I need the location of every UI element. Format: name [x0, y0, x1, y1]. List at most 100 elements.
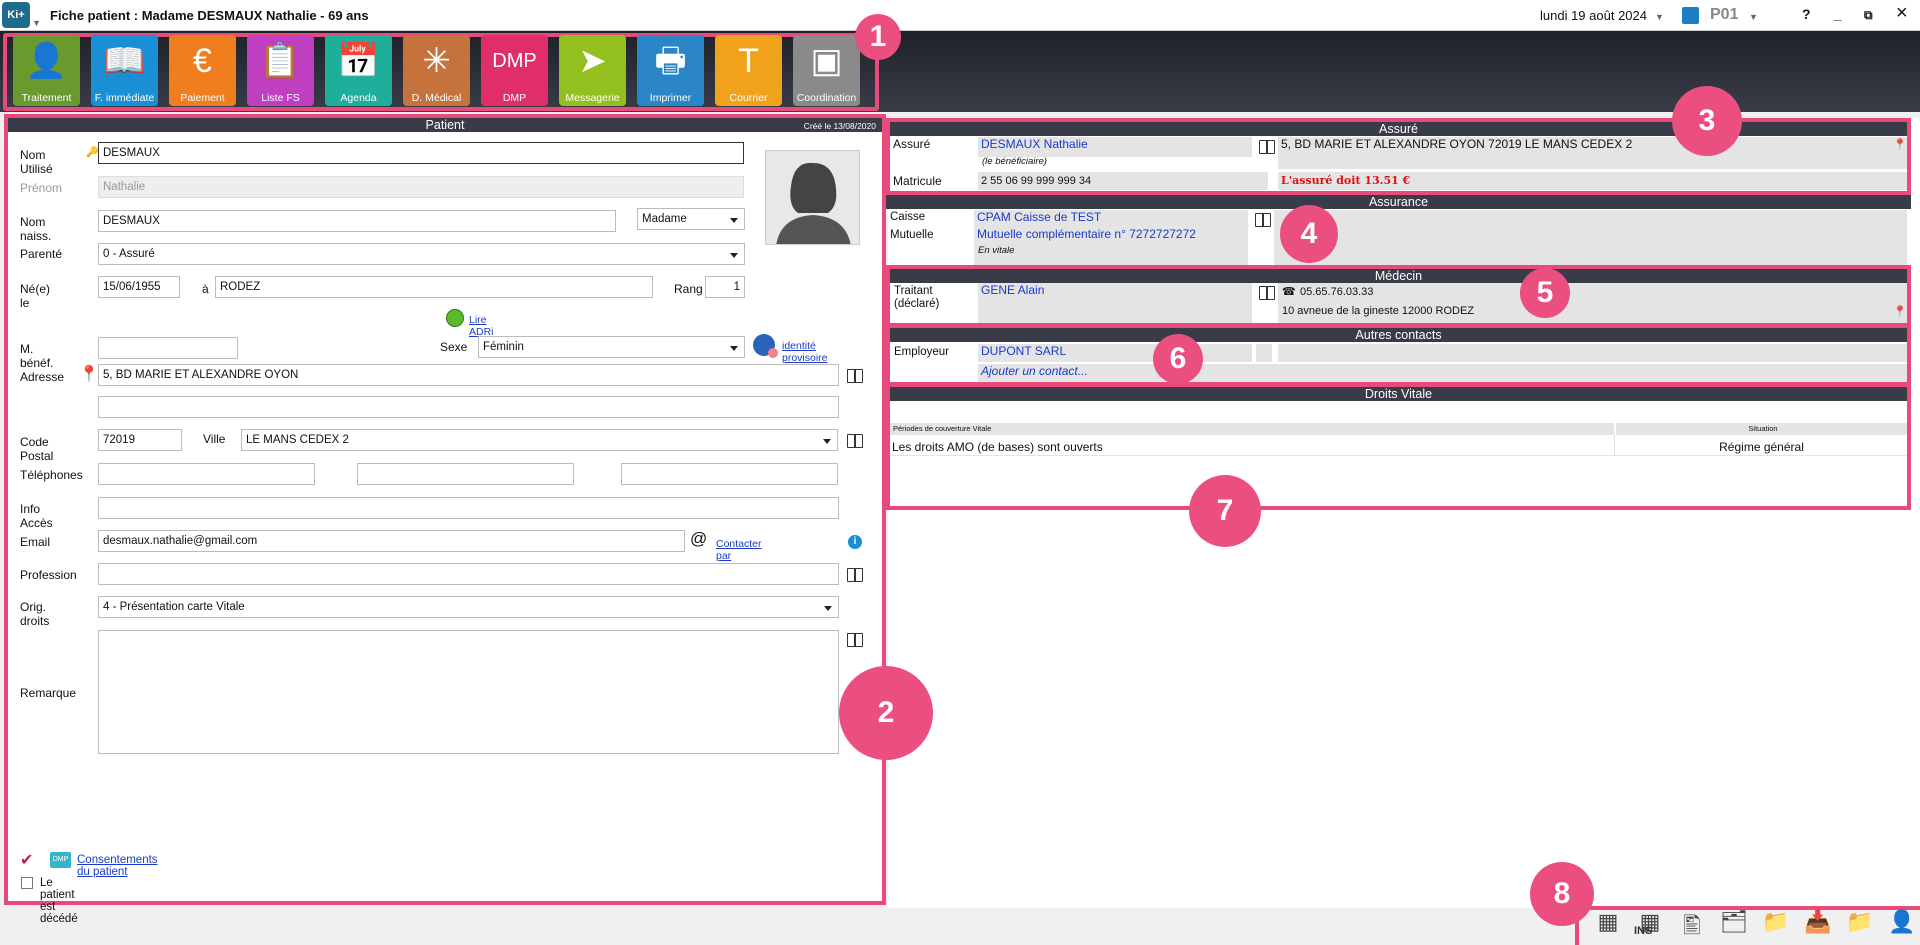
- en-vitale: En vitale: [978, 245, 1015, 256]
- assure-address: 5, BD MARIE ET ALEXANDRE OYON 72019 LE M…: [1278, 137, 1907, 169]
- contacts-panel: Autres contacts Employeur DUPONT SARL Aj…: [886, 324, 1911, 386]
- remarque-label: Remarque: [20, 686, 77, 700]
- help-button[interactable]: ?: [1802, 6, 1811, 22]
- profession-input[interactable]: [98, 563, 839, 585]
- phone2-input[interactable]: [357, 463, 574, 485]
- card-hand-icon[interactable]: 🗂: [1719, 909, 1749, 937]
- consentements-link[interactable]: Consentements du patient: [77, 854, 158, 878]
- dmp-icon: DMP: [492, 50, 537, 72]
- prenom-input[interactable]: Nathalie: [98, 176, 744, 198]
- phone1-input[interactable]: [98, 463, 315, 485]
- ribbon-button-paiement[interactable]: € Paiement: [169, 35, 236, 106]
- person-icon: 👤: [25, 42, 68, 80]
- lire-adri-link[interactable]: Lire ADRi: [469, 314, 494, 338]
- info-icon[interactable]: i: [848, 535, 862, 549]
- ribbon-toolbar: 👤 Traitement 📖 F. immédiate € Paiement 📋 Liste …: [0, 31, 1920, 112]
- ribbon-button-label: Agenda: [340, 92, 377, 104]
- city-book-icon[interactable]: [846, 432, 864, 448]
- deceased-checkbox[interactable]: [21, 877, 33, 889]
- ribbon-button-liste-fs[interactable]: 📋 Liste FS: [247, 35, 314, 106]
- key-icon: 🔑: [86, 147, 99, 158]
- ribbon-button-traitement[interactable]: 👤 Traitement: [13, 35, 80, 106]
- civilite-select[interactable]: Madame: [637, 208, 745, 230]
- ribbon-button-dmp[interactable]: DMP DMP: [481, 35, 548, 106]
- app-logo[interactable]: Ki+: [2, 2, 30, 28]
- orig-droits-label: Orig. droits: [20, 600, 50, 628]
- ribbon-button-coordination[interactable]: ▣ Coordination: [793, 35, 860, 106]
- ville-select[interactable]: LE MANS CEDEX 2: [241, 429, 838, 451]
- email-input[interactable]: desmaux.nathalie@gmail.com: [98, 530, 685, 552]
- date-caret-icon[interactable]: ▼: [1655, 12, 1664, 22]
- m-benef-input[interactable]: [98, 337, 238, 359]
- qr-code-icon[interactable]: ▦: [1593, 909, 1623, 937]
- assure-name[interactable]: DESMAUX Nathalie: [978, 137, 1252, 157]
- ribbon-button-messagerie[interactable]: ➤ Messagerie: [559, 35, 626, 106]
- title-bar: Ki+ ▼ Fiche patient : Madame DESMAUX Nat…: [0, 0, 1920, 31]
- a-label: à: [202, 282, 209, 296]
- droits-row-c1: Les droits AMO (de bases) sont ouverts: [892, 440, 1103, 454]
- document-hand-icon[interactable]: 🖺: [1677, 909, 1707, 938]
- medecin-book-icon[interactable]: [1258, 284, 1276, 300]
- address-book-icon[interactable]: [846, 367, 864, 383]
- clipboard-icon: 📋: [259, 42, 302, 80]
- close-button[interactable]: ×: [1896, 2, 1908, 25]
- identite-provisoire-link[interactable]: identité provisoire: [782, 340, 828, 364]
- folder-add-icon[interactable]: 📁: [1761, 909, 1791, 937]
- post-color-icon: [1682, 7, 1699, 24]
- droits-header: Droits Vitale: [890, 387, 1907, 401]
- assure-book-icon[interactable]: [1258, 138, 1276, 154]
- remarque-textarea[interactable]: [98, 630, 839, 754]
- folder-remove-icon[interactable]: 📁: [1845, 909, 1875, 937]
- medical-icon: ✳: [422, 42, 451, 80]
- post-caret-icon[interactable]: ▼: [1749, 12, 1758, 22]
- nom-utilise-input[interactable]: DESMAUX: [98, 142, 744, 164]
- at-icon[interactable]: @: [690, 529, 707, 549]
- nom-naiss-input[interactable]: DESMAUX: [98, 210, 616, 232]
- ribbon-button-d-m-dical[interactable]: ✳ D. Médical: [403, 35, 470, 106]
- orig-droits-select[interactable]: 4 - Présentation carte Vitale: [98, 596, 839, 618]
- birthplace-input[interactable]: RODEZ: [215, 276, 653, 298]
- remarque-book-icon[interactable]: [846, 631, 864, 647]
- calendar-icon: 📅: [337, 42, 380, 80]
- post-selector[interactable]: P01: [1710, 6, 1738, 24]
- ribbon-button-imprimer[interactable]: 🖶 Imprimer: [637, 35, 704, 106]
- avatar[interactable]: [765, 150, 860, 245]
- birthdate-input[interactable]: 15/06/1955: [98, 276, 180, 298]
- app-menu-caret-icon[interactable]: ▼: [32, 18, 41, 28]
- parente-select[interactable]: 0 - Assuré: [98, 243, 745, 265]
- employeur-label: Employeur: [894, 346, 949, 358]
- caisse-value[interactable]: CPAM Caisse de TEST: [974, 210, 1248, 228]
- phone3-input[interactable]: [621, 463, 838, 485]
- droits-col-divider: [1614, 435, 1615, 455]
- info-acces-input[interactable]: [98, 497, 839, 519]
- profession-book-icon[interactable]: [846, 566, 864, 582]
- employeur-value[interactable]: DUPONT SARL: [978, 344, 1252, 362]
- download-tray-icon[interactable]: 📥: [1803, 909, 1833, 937]
- add-contact-link[interactable]: Ajouter un contact...: [978, 364, 1907, 382]
- user-search-icon[interactable]: 👤: [1887, 909, 1917, 937]
- assure-pin-icon[interactable]: 📍: [1893, 138, 1907, 151]
- mutuelle-value[interactable]: Mutuelle complémentaire n° 7272727272: [974, 227, 1248, 265]
- map-pin-icon[interactable]: 📍: [79, 364, 99, 384]
- rang-input[interactable]: 1: [705, 276, 745, 298]
- assure-label: Assuré: [890, 137, 976, 169]
- ribbon-button-courrier[interactable]: T Courrier: [715, 35, 782, 106]
- letter-icon: T: [738, 42, 759, 80]
- printer-icon: 🖶: [654, 42, 687, 80]
- minimize-button[interactable]: _: [1834, 6, 1842, 22]
- assure-doit: L'assuré doit 13.51 €: [1278, 172, 1907, 190]
- ribbon-button-agenda[interactable]: 📅 Agenda: [325, 35, 392, 106]
- medecin-pin-icon[interactable]: 📍: [1893, 305, 1907, 318]
- cp-input[interactable]: 72019: [98, 429, 182, 451]
- deceased-label: Le patient est décédé: [40, 877, 78, 925]
- window-title: Fiche patient : Madame DESMAUX Nathalie …: [50, 8, 369, 23]
- current-date[interactable]: lundi 19 août 2024: [1540, 8, 1647, 23]
- medecin-name[interactable]: GENE Alain: [978, 283, 1252, 323]
- adresse1-input[interactable]: 5, BD MARIE ET ALEXANDRE OYON: [98, 364, 839, 386]
- ribbon-button-f-imm-diate[interactable]: 📖 F. immédiate: [91, 35, 158, 106]
- consent-check-icon: ✔: [20, 852, 34, 869]
- sexe-select[interactable]: Féminin: [478, 336, 745, 358]
- restore-button[interactable]: ⧉: [1864, 8, 1873, 23]
- adresse2-input[interactable]: [98, 396, 839, 418]
- caisse-book-icon[interactable]: [1254, 211, 1272, 227]
